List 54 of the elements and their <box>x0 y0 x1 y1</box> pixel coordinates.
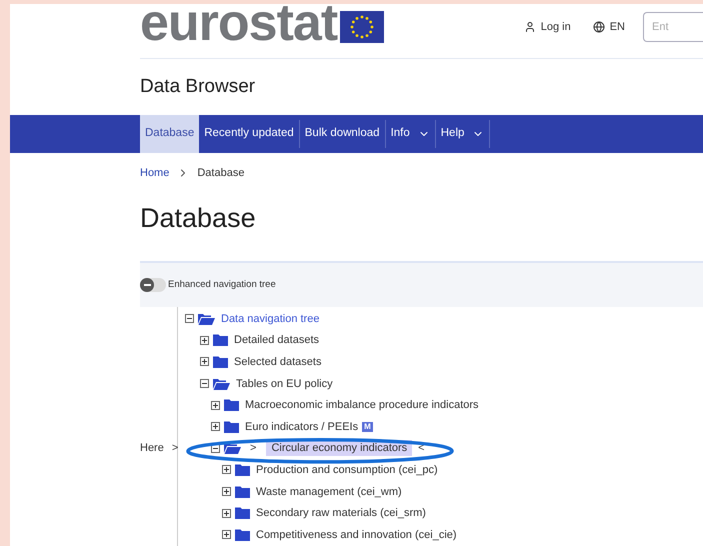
tree-item[interactable]: Competitiveness and innovation (cei_cie) <box>256 526 457 543</box>
nav-tab[interactable]: Bulk download <box>300 120 386 148</box>
expand-icon[interactable] <box>222 530 231 540</box>
folder-icon <box>213 356 228 368</box>
collapse-icon[interactable] <box>200 379 209 388</box>
folder-icon <box>235 464 250 476</box>
tree-item[interactable]: Detailed datasets <box>234 332 319 348</box>
expand-icon[interactable] <box>200 336 209 345</box>
toggle-label: Enhanced navigation tree <box>168 278 276 292</box>
pointer-arrow: > <box>172 441 178 456</box>
folder-icon <box>213 334 228 346</box>
logo-wordmark[interactable]: eurostat <box>140 4 338 49</box>
tree-item[interactable]: Selected datasets <box>234 354 322 370</box>
badge: M <box>362 422 373 432</box>
marker-arrow: < <box>418 441 425 456</box>
folder-icon <box>224 420 239 433</box>
nav-tab[interactable]: Database <box>140 115 200 153</box>
pointer-label: Here <box>140 441 164 456</box>
breadcrumb-current: Database <box>197 166 244 181</box>
tree-item[interactable]: Production and consumption (cei_pc) <box>256 462 438 478</box>
nav-tab[interactable]: Help <box>436 120 490 148</box>
folder-icon <box>235 507 250 520</box>
open-folder-icon <box>224 442 241 454</box>
expand-icon[interactable] <box>200 357 209 366</box>
folder-icon <box>235 486 250 498</box>
search-field[interactable]: Ent <box>643 12 703 42</box>
nav-tab[interactable]: Recently updated <box>199 120 300 148</box>
tree-item[interactable]: Waste management (cei_wm) <box>256 484 402 500</box>
tree-item[interactable]: Tables on EU policy <box>236 376 333 392</box>
tree-item[interactable]: Macroeconomic imbalance procedure indicators <box>245 397 479 414</box>
open-folder-icon <box>213 378 230 390</box>
page-heading: Database <box>140 202 256 235</box>
breadcrumb-link[interactable]: Home <box>140 164 170 182</box>
marker-arrow: > <box>250 441 256 456</box>
user-icon <box>524 21 536 33</box>
flag-logo-icon <box>340 11 384 43</box>
open-folder-icon <box>198 312 215 325</box>
expand-icon[interactable] <box>222 487 231 496</box>
expand-icon[interactable] <box>211 422 220 432</box>
collapse-icon[interactable] <box>185 314 194 324</box>
nav-tab[interactable]: Info <box>386 120 436 148</box>
expand-icon[interactable] <box>222 508 231 518</box>
expand-icon[interactable] <box>222 465 231 474</box>
globe-icon <box>592 21 605 33</box>
folder-icon <box>235 528 250 541</box>
login-button[interactable]: Log in <box>524 18 571 36</box>
tree-item[interactable]: Euro indicators / PEEIs <box>245 418 358 435</box>
tree-item[interactable]: Secondary raw materials (cei_srm) <box>256 505 426 522</box>
language-button[interactable]: EN <box>592 18 625 36</box>
folder-icon <box>224 399 239 412</box>
site-title: Data Browser <box>140 74 256 99</box>
expand-icon[interactable] <box>211 400 220 410</box>
tree-root-link[interactable]: Data navigation tree <box>221 310 320 327</box>
toggle-switch[interactable] <box>140 278 166 292</box>
